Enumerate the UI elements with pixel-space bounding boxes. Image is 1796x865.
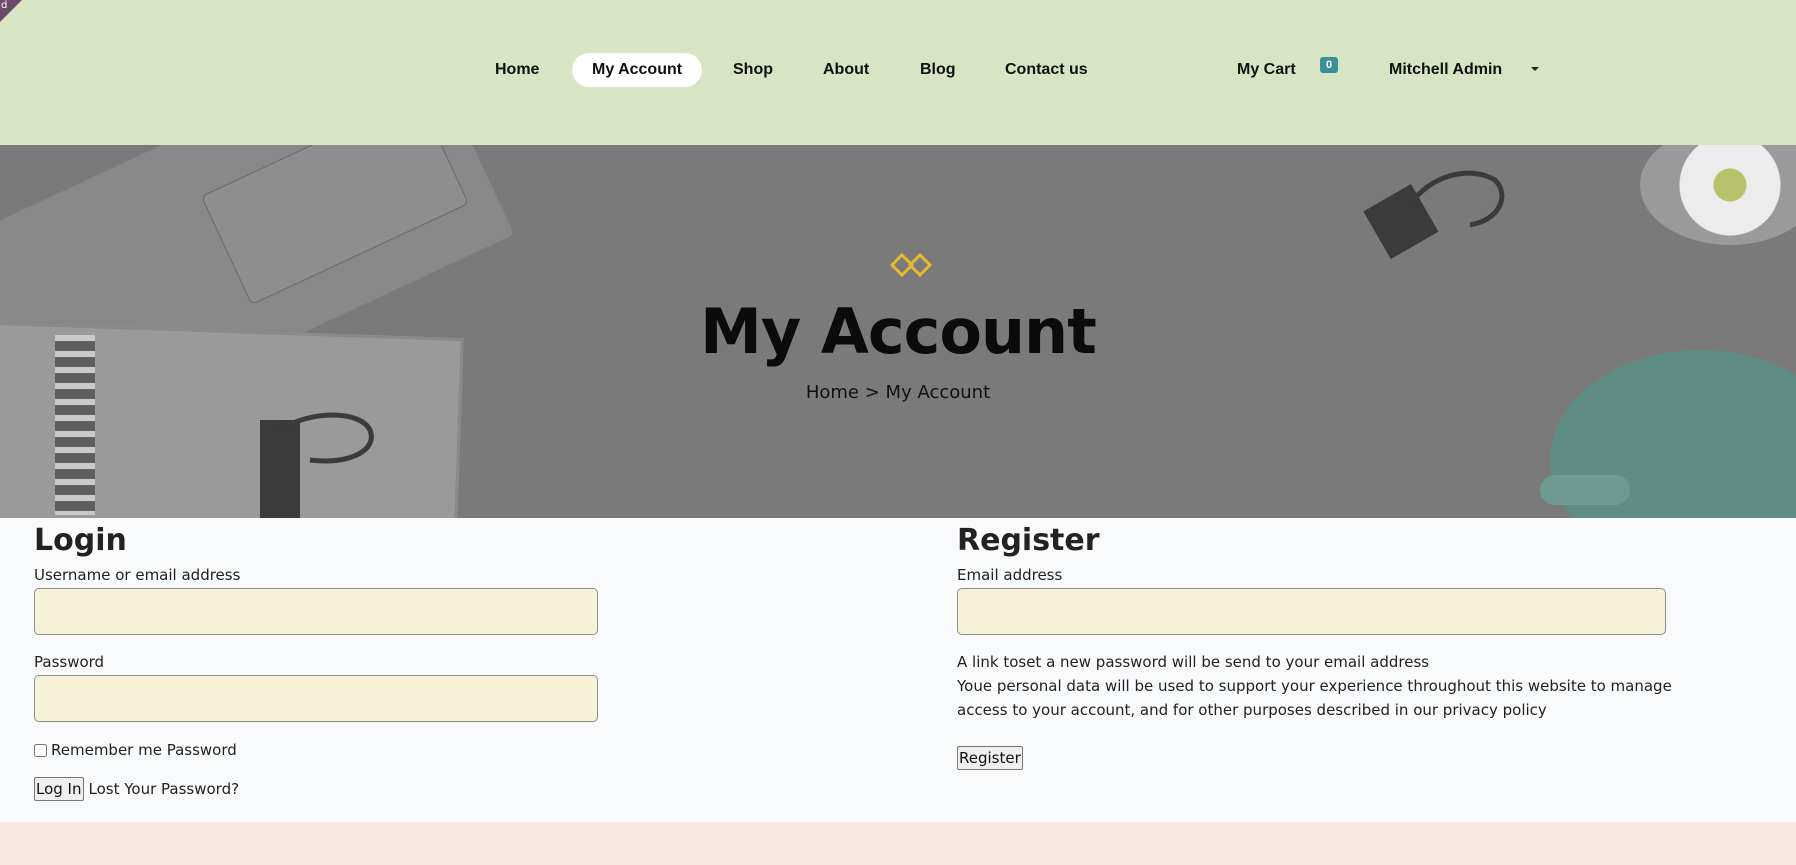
register-email-label: Email address [957, 566, 1063, 584]
register-info-link-text: A link toset a new password will be send… [957, 653, 1430, 671]
breadcrumb-current: My Account [885, 382, 991, 403]
login-section: Login Username or email address Password… [34, 518, 634, 801]
account-forms: Login Username or email address Password… [0, 518, 1796, 822]
remember-row: Remember me Password [34, 741, 634, 759]
register-actions: Register [957, 746, 1677, 770]
password-input[interactable] [34, 675, 598, 722]
nav-contact-us[interactable]: Contact us [985, 53, 1108, 87]
login-actions: Log In Lost Your Password? [34, 777, 634, 801]
main-nav: Home My Account Shop About Blog Contact … [0, 53, 1796, 87]
chevron-down-icon[interactable] [1531, 67, 1539, 71]
cart-count-badge: 0 [1320, 57, 1338, 73]
user-menu[interactable]: Mitchell Admin [1369, 53, 1522, 87]
nav-shop[interactable]: Shop [713, 53, 793, 87]
username-input[interactable] [34, 588, 598, 635]
corner-badge-text: d [1, 0, 8, 11]
flower-decoration [1640, 145, 1796, 245]
corner-badge: d [0, 0, 22, 22]
teapot-spout-decoration [1540, 475, 1630, 505]
register-privacy-text: Youe personal data will be used to suppo… [957, 677, 1672, 719]
nav-blog[interactable]: Blog [900, 53, 976, 87]
nav-home[interactable]: Home [475, 53, 559, 87]
register-section: Register Email address A link toset a ne… [957, 518, 1677, 770]
lost-password-link[interactable]: Lost Your Password? [89, 780, 240, 798]
page-footer [0, 822, 1796, 865]
register-heading: Register [957, 523, 1100, 558]
hero-banner: My Account Home > My Account [0, 145, 1796, 518]
nav-about[interactable]: About [803, 53, 889, 87]
binder-clip-icon [260, 412, 374, 518]
password-label: Password [34, 653, 105, 671]
breadcrumb: Home > My Account [0, 382, 1796, 403]
remember-checkbox[interactable] [34, 743, 47, 757]
nav-my-account[interactable]: My Account [572, 53, 703, 87]
cart-link[interactable]: My Cart [1217, 53, 1316, 87]
site-header: Home My Account Shop About Blog Contact … [0, 0, 1796, 145]
register-button[interactable]: Register [957, 746, 1023, 770]
login-heading: Login [34, 523, 127, 558]
breadcrumb-home[interactable]: Home > [806, 382, 880, 403]
page-title: My Account [700, 295, 1097, 368]
register-email-input[interactable] [957, 588, 1666, 635]
username-label: Username or email address [34, 566, 241, 584]
diamond-logo-icon [889, 252, 933, 278]
binder-clip-icon [1363, 170, 1505, 260]
remember-label: Remember me Password [51, 741, 237, 759]
login-button[interactable]: Log In [34, 777, 84, 801]
